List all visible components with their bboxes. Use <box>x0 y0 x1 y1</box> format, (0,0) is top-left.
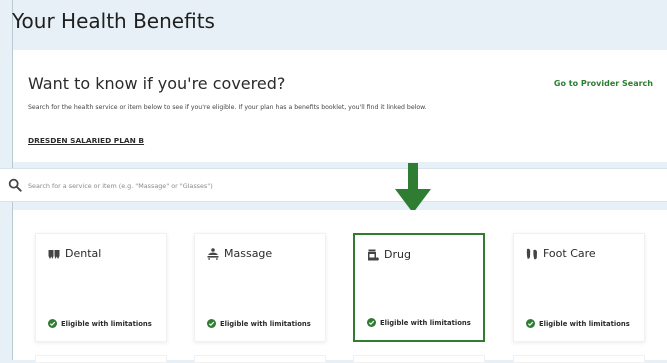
plan-booklet-link[interactable]: DRESDEN SALARIED PLAN B <box>28 136 144 145</box>
eligibility-status: Eligible with limitations <box>207 319 311 328</box>
benefit-tile-partial <box>353 355 485 363</box>
benefit-tile-partial <box>194 355 326 363</box>
check-circle-icon <box>526 319 535 328</box>
eligibility-status: Eligible with limitations <box>48 319 152 328</box>
benefit-tile-partial <box>35 355 167 363</box>
coverage-panel: Want to know if you're covered? Go to Pr… <box>13 50 667 162</box>
pill-bottle-icon <box>368 249 379 261</box>
tile-title: Foot Care <box>543 247 596 260</box>
eligibility-status: Eligible with limitations <box>526 319 630 328</box>
benefit-tile-partial <box>513 355 645 363</box>
status-label: Eligible with limitations <box>539 319 630 328</box>
status-label: Eligible with limitations <box>380 318 471 327</box>
eligibility-status: Eligible with limitations <box>367 318 471 327</box>
tile-title: Drug <box>384 248 411 261</box>
check-circle-icon <box>367 318 376 327</box>
benefit-tile-foot-care[interactable]: Foot Care Eligible with limitations <box>513 233 645 342</box>
status-label: Eligible with limitations <box>220 319 311 328</box>
provider-search-link[interactable]: Go to Provider Search <box>554 79 653 88</box>
status-label: Eligible with limitations <box>61 319 152 328</box>
search-input[interactable] <box>26 175 650 197</box>
page-title: Your Health Benefits <box>12 9 215 33</box>
search-icon <box>8 178 22 192</box>
teeth-icon <box>48 250 60 259</box>
tile-title: Dental <box>65 247 102 260</box>
arrow-down-icon <box>395 163 431 213</box>
coverage-heading: Want to know if you're covered? <box>28 74 286 93</box>
massage-icon <box>207 248 219 260</box>
benefit-tile-massage[interactable]: Massage Eligible with limitations <box>194 233 326 342</box>
check-circle-icon <box>207 319 216 328</box>
check-circle-icon <box>48 319 57 328</box>
tile-title: Massage <box>224 247 273 260</box>
benefit-tile-dental[interactable]: Dental Eligible with limitations <box>35 233 167 342</box>
search-bar <box>0 168 667 202</box>
footprints-icon <box>526 248 537 260</box>
coverage-description: Search for the health service or item be… <box>28 104 427 111</box>
benefit-tile-drug[interactable]: Drug Eligible with limitations <box>353 233 485 342</box>
